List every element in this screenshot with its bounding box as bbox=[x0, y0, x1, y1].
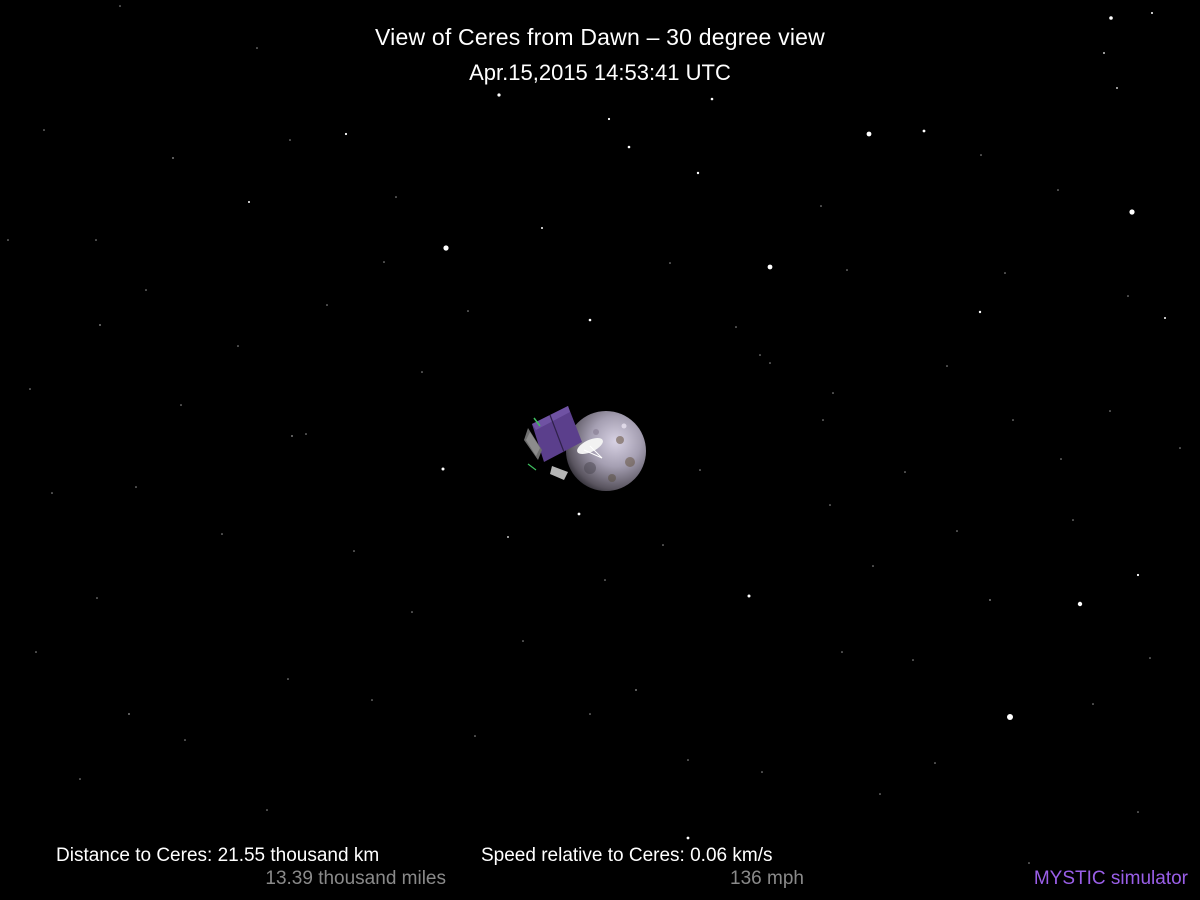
simulator-credit: MYSTIC simulator bbox=[1033, 868, 1188, 889]
distance-miles: 13.39 thousand miles bbox=[265, 868, 446, 889]
distance-km: Distance to Ceres: 21.55 thousand km bbox=[56, 845, 380, 866]
speed-kms: Speed relative to Ceres: 0.06 km/s bbox=[481, 845, 773, 866]
speed-mph: 136 mph bbox=[730, 868, 804, 889]
simulation-timestamp: Apr.15,2015 14:53:41 UTC bbox=[469, 60, 731, 85]
view-title: View of Ceres from Dawn – 30 degree view bbox=[375, 24, 825, 50]
simulation-viewport: View of Ceres from Dawn – 30 degree view… bbox=[0, 0, 1200, 900]
ceres-with-dawn bbox=[524, 406, 646, 491]
